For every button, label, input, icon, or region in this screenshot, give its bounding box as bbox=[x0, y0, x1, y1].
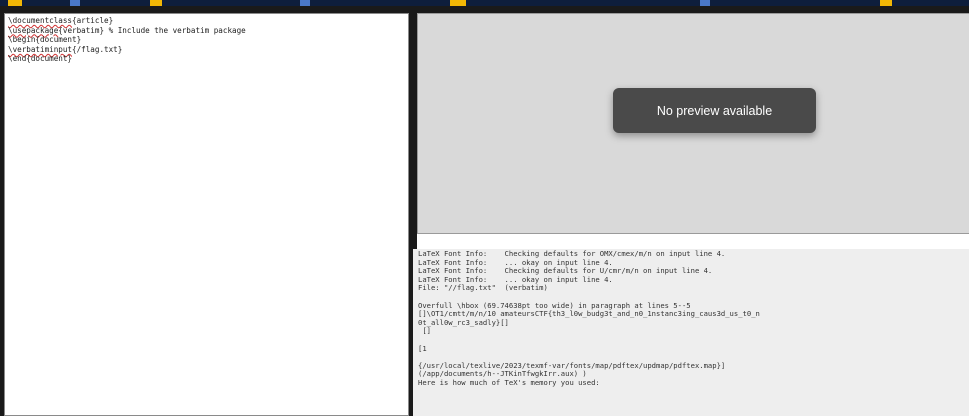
code-text: {verbatim} % Include the verbatim packag… bbox=[58, 25, 246, 35]
code-line: \documentclass{article} bbox=[8, 16, 405, 26]
pane-divider bbox=[417, 234, 969, 250]
code-text: {article} bbox=[72, 16, 114, 25]
pdf-preview-pane: No preview available bbox=[417, 13, 969, 234]
code-line: \end{document} bbox=[8, 54, 405, 64]
code-command: \usepackage bbox=[8, 25, 59, 35]
top-bar bbox=[0, 0, 969, 6]
log-line: [1 bbox=[418, 343, 427, 353]
code-line: \usepackage{verbatim} % Include the verb… bbox=[8, 26, 405, 36]
no-preview-message: No preview available bbox=[613, 88, 816, 133]
code-editor[interactable]: \documentclass{article} \usepackage{verb… bbox=[4, 13, 409, 416]
code-command: \verbatiminput bbox=[8, 44, 73, 54]
compile-log[interactable]: LaTeX Font Info: Checking defaults for O… bbox=[413, 249, 969, 416]
log-line: Here is how much of TeX's memory you use… bbox=[418, 377, 600, 387]
code-line: \verbatiminput{/flag.txt} bbox=[8, 45, 405, 55]
code-text: {/flag.txt} bbox=[72, 44, 123, 54]
code-text: \begin{document} bbox=[8, 35, 82, 45]
log-line: File: "//flag.txt" (verbatim) bbox=[418, 283, 548, 293]
code-command: \documentclass bbox=[8, 16, 73, 25]
code-text: \end{document} bbox=[8, 54, 73, 64]
log-line: [] bbox=[418, 326, 431, 336]
log-line: 0t_all0w_rc3_sadly}[] bbox=[418, 317, 509, 327]
code-line: \begin{document} bbox=[8, 35, 405, 45]
